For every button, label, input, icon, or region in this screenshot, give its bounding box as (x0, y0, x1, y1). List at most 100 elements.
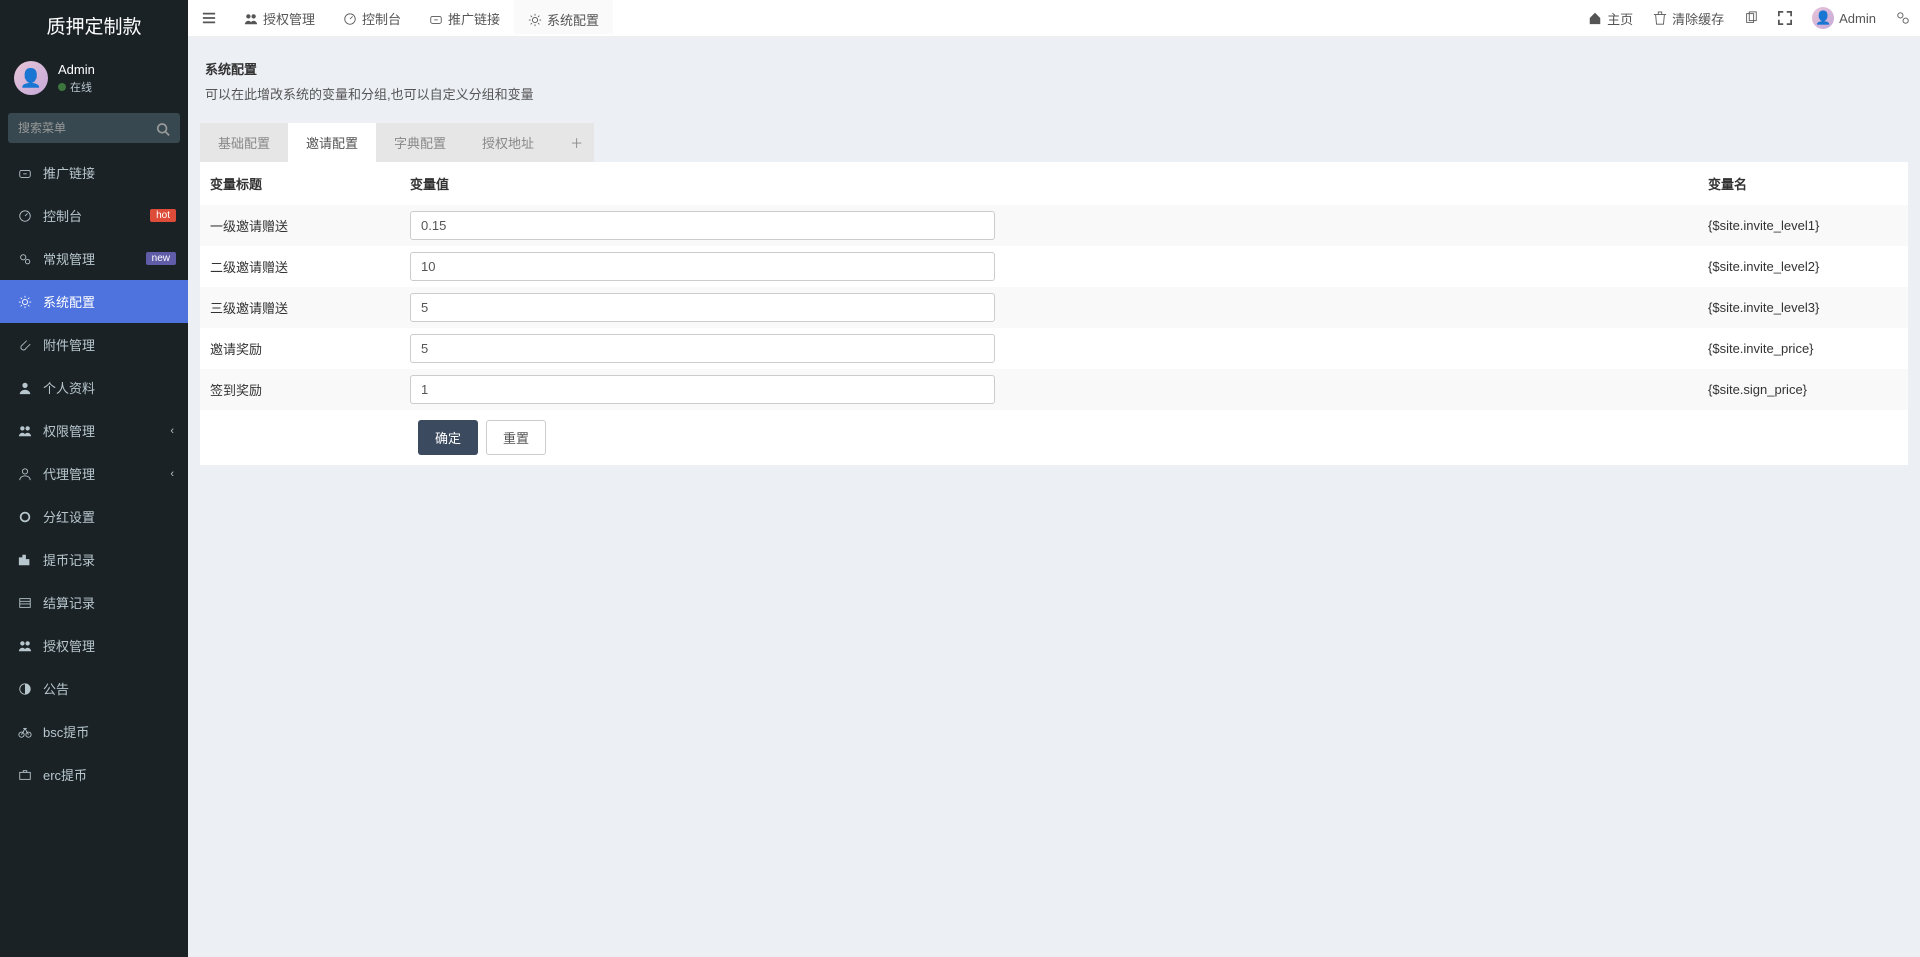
users-icon (15, 639, 35, 653)
topnav-user[interactable]: 👤 Admin (1802, 0, 1886, 36)
user-status-text: 在线 (70, 79, 92, 95)
sidebar-item-3[interactable]: 系统配置 (0, 280, 188, 323)
copy-button[interactable] (1734, 0, 1768, 36)
case-icon (15, 768, 35, 782)
col-header-name: 变量名 (1698, 162, 1908, 205)
topnav-tab-2[interactable]: 推广链接 (415, 0, 514, 36)
topnav-tab-label: 授权管理 (263, 9, 315, 28)
sidebar-item-12[interactable]: 公告 (0, 667, 188, 710)
toggle-sidebar-button[interactable] (188, 0, 230, 36)
tab-body: 变量标题 变量值 变量名 一级邀请赠送{$site.invite_level1}… (200, 162, 1908, 465)
topnav-left: 授权管理控制台 推广链接 系统配置 (188, 0, 613, 36)
topnav-tab-label: 系统配置 (547, 10, 599, 29)
topnav-tab-0[interactable]: 授权管理 (230, 0, 329, 36)
config-tab-0[interactable]: 基础配置 (200, 123, 288, 162)
cog-icon (528, 11, 542, 27)
home-label: 主页 (1607, 9, 1633, 28)
sidebar-item-label: bsc提币 (43, 722, 89, 741)
chevron-left-icon: ‹ (170, 468, 174, 480)
col-header-value: 变量值 (400, 162, 1698, 205)
sidebar-item-9[interactable]: 提币记录 (0, 538, 188, 581)
row-var-name: {$site.invite_price} (1698, 328, 1908, 369)
sidebar-search (8, 113, 180, 143)
config-tabs: 基础配置邀请配置字典配置授权地址 ＋ (200, 123, 1908, 162)
row-value-input[interactable] (410, 293, 995, 322)
sidebar-item-13[interactable]: bsc提币 (0, 710, 188, 753)
clip-icon (15, 338, 35, 352)
sidebar-item-8[interactable]: 分红设置 (0, 495, 188, 538)
sidebar-item-1[interactable]: 控制台hot (0, 194, 188, 237)
users-icon (244, 10, 258, 26)
home-button[interactable]: 主页 (1578, 0, 1643, 36)
row-var-name: {$site.invite_level2} (1698, 246, 1908, 287)
dash-icon (343, 10, 357, 26)
sidebar-item-5[interactable]: 个人资料 (0, 366, 188, 409)
confirm-button[interactable]: 确定 (418, 420, 478, 455)
plus-icon: ＋ (570, 136, 583, 151)
badge-new: new (146, 252, 176, 265)
bars-icon (15, 553, 35, 567)
row-value-input[interactable] (410, 375, 995, 404)
add-tab-button[interactable]: ＋ (552, 123, 594, 162)
cog-icon (15, 295, 35, 309)
link-icon (15, 166, 35, 180)
clear-cache-button[interactable]: 清除缓存 (1643, 0, 1734, 36)
clear-cache-label: 清除缓存 (1672, 9, 1724, 28)
row-value-input[interactable] (410, 211, 995, 240)
sidebar: 质押定制款 👤 Admin 在线 推广链接控制台hot 常规管理 new 系统配置附件… (0, 0, 188, 957)
row-var-name: {$site.invite_level3} (1698, 287, 1908, 328)
table-row: 签到奖励{$site.sign_price} (200, 369, 1908, 410)
fullscreen-button[interactable] (1768, 0, 1802, 36)
main: 系统配置 可以在此增改系统的变量和分组,也可以自定义分组和变量 基础配置邀请配置… (188, 0, 1920, 957)
search-icon[interactable] (156, 120, 170, 136)
row-value-input[interactable] (410, 252, 995, 281)
reset-button[interactable]: 重置 (486, 420, 546, 455)
config-tab-1[interactable]: 邀请配置 (288, 123, 376, 162)
topnav-tab-1[interactable]: 控制台 (329, 0, 415, 36)
row-var-name: {$site.sign_price} (1698, 369, 1908, 410)
topnav-right: 主页 清除缓存 👤 Admin (1578, 0, 1920, 36)
sidebar-item-4[interactable]: 附件管理 (0, 323, 188, 366)
search-input[interactable] (8, 113, 180, 143)
sidebar-item-label: 系统配置 (43, 292, 95, 311)
sidebar-item-7[interactable]: 代理管理‹ (0, 452, 188, 495)
panel-header: 系统配置 可以在此增改系统的变量和分组,也可以自定义分组和变量 (200, 49, 1908, 115)
config-tab-3[interactable]: 授权地址 (464, 123, 552, 162)
config-table: 变量标题 变量值 变量名 一级邀请赠送{$site.invite_level1}… (200, 162, 1908, 410)
config-panel: 系统配置 可以在此增改系统的变量和分组,也可以自定义分组和变量 基础配置邀请配置… (200, 49, 1908, 465)
sidebar-item-6[interactable]: 权限管理‹ (0, 409, 188, 452)
bars-icon (202, 11, 216, 25)
topnav-tab-3[interactable]: 系统配置 (514, 0, 613, 36)
brand-title: 质押定制款 (0, 0, 188, 51)
sidebar-item-label: 推广链接 (43, 163, 95, 182)
sidebar-item-11[interactable]: 授权管理 (0, 624, 188, 667)
sidebar-item-label: 附件管理 (43, 335, 95, 354)
row-value-input[interactable] (410, 334, 995, 363)
copy-icon (1744, 11, 1758, 25)
avatar: 👤 (14, 61, 48, 95)
dash-icon (15, 209, 35, 223)
sidebar-nav: 推广链接控制台hot 常规管理 new 系统配置附件管理个人资料权限管理‹代理管理‹ 分… (0, 151, 188, 796)
sidebar-item-label: 授权管理 (43, 636, 95, 655)
sidebar-item-label: 分红设置 (43, 507, 95, 526)
link-icon (429, 10, 443, 26)
users-icon (15, 424, 35, 438)
topnav-tab-label: 推广链接 (448, 9, 500, 28)
config-tab-2[interactable]: 字典配置 (376, 123, 464, 162)
sidebar-item-label: 常规管理 (43, 249, 95, 268)
user-name: Admin (58, 62, 95, 77)
user-status: 在线 (58, 79, 95, 95)
settings-button[interactable] (1886, 0, 1920, 36)
sidebar-item-10[interactable]: 结算记录 (0, 581, 188, 624)
sidebar-item-14[interactable]: erc提币 (0, 753, 188, 796)
sidebar-item-label: 控制台 (43, 206, 82, 225)
row-var-name: {$site.invite_level1} (1698, 205, 1908, 246)
sidebar-item-2[interactable]: 常规管理 new (0, 237, 188, 280)
sidebar-item-label: 提币记录 (43, 550, 95, 569)
sidebar-item-0[interactable]: 推广链接 (0, 151, 188, 194)
chevron-left-icon: ‹ (170, 425, 174, 437)
half-icon (15, 682, 35, 696)
sidebar-item-label: 结算记录 (43, 593, 95, 612)
col-header-title: 变量标题 (200, 162, 400, 205)
list-icon (15, 596, 35, 610)
